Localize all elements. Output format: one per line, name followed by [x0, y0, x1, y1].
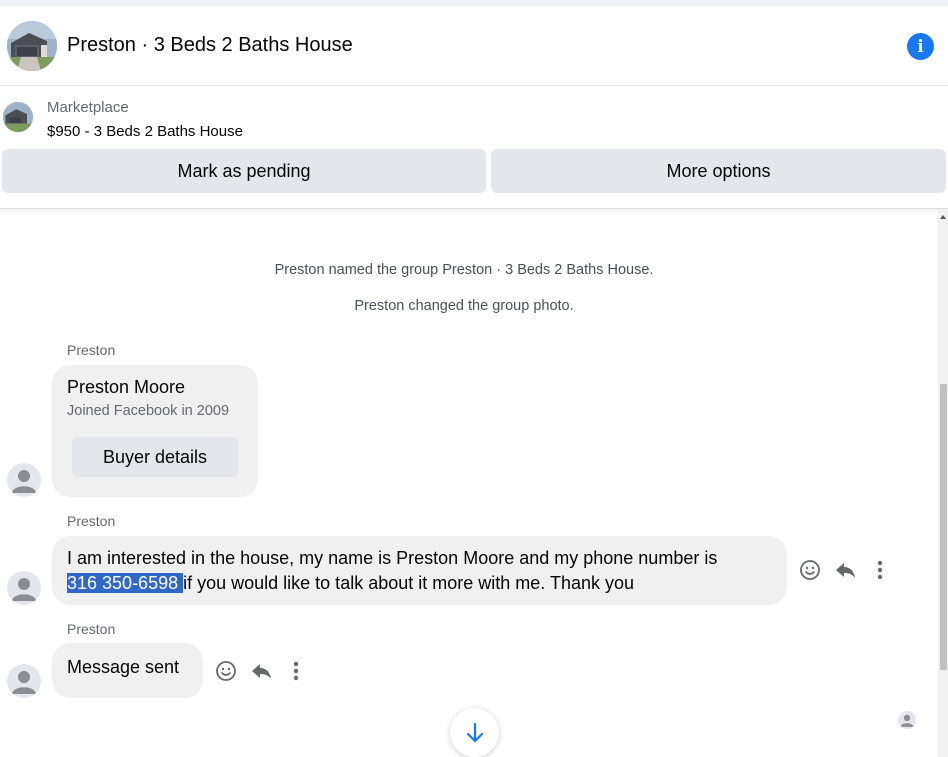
sender-name: Preston: [67, 513, 116, 529]
react-icon[interactable]: [796, 556, 824, 584]
phone-number-selected[interactable]: 316 350-6598: [67, 573, 184, 593]
buyer-joined-date: Joined Facebook in 2009: [67, 403, 230, 419]
system-message-rename: Preston named the group Preston · 3 Beds…: [274, 262, 654, 278]
mark-as-pending-button[interactable]: Mark as pending: [2, 149, 486, 193]
default-avatar-icon: [12, 578, 36, 601]
listing-source-label: Marketplace: [47, 99, 129, 116]
scrollbar-up-arrow-icon[interactable]: [938, 210, 948, 224]
more-icon[interactable]: [282, 657, 310, 685]
more-options-button[interactable]: More options: [491, 149, 946, 193]
buyer-name: Preston Moore: [67, 377, 186, 397]
reply-icon[interactable]: [247, 657, 275, 685]
buyer-details-button[interactable]: Buyer details: [72, 437, 238, 477]
arrow-down-icon: [466, 722, 483, 742]
house-photo-icon: [7, 21, 57, 71]
message-bubble[interactable]: I am interested in the house, my name is…: [52, 536, 787, 605]
thread-header: Preston · 3 Beds 2 Baths House i: [0, 0, 948, 86]
sender-avatar[interactable]: [7, 571, 41, 605]
system-message-photo: Preston changed the group photo.: [354, 298, 574, 314]
profile-card-bubble: Preston Moore Joined Facebook in 2009 Bu…: [52, 365, 258, 497]
sender-avatar[interactable]: [7, 664, 41, 698]
listing-thumbnail[interactable]: [3, 102, 33, 132]
message-text-line1: I am interested in the house, my name is…: [67, 548, 718, 568]
sender-avatar[interactable]: [7, 463, 41, 497]
house-photo-icon: [3, 102, 33, 132]
info-glyph: i: [917, 36, 924, 57]
more-icon[interactable]: [866, 556, 894, 584]
listing-title[interactable]: $950 - 3 Beds 2 Baths House: [47, 123, 243, 140]
reply-icon[interactable]: [831, 556, 859, 584]
default-avatar-icon: [12, 470, 36, 493]
group-photo-avatar[interactable]: [7, 21, 57, 71]
default-avatar-icon: [900, 714, 914, 727]
scrollbar-thumb[interactable]: [940, 384, 947, 670]
sender-name: Preston: [67, 621, 116, 637]
default-avatar-icon: [12, 671, 36, 694]
thread-title: Preston · 3 Beds 2 Baths House: [67, 34, 353, 56]
seen-by-avatar: [898, 711, 916, 729]
message-text: Message sent: [67, 657, 180, 677]
marketplace-listing-bar: Marketplace $950 - 3 Beds 2 Baths House …: [0, 87, 948, 209]
scroll-to-bottom-button[interactable]: [450, 708, 499, 757]
message-text-line2: if you would like to talk about it more …: [183, 573, 634, 593]
message-text: I am interested in the house, my name is…: [67, 546, 717, 596]
react-icon[interactable]: [212, 657, 240, 685]
info-icon[interactable]: i: [907, 33, 934, 60]
sender-name: Preston: [67, 342, 116, 358]
message-bubble[interactable]: Message sent: [52, 643, 203, 698]
